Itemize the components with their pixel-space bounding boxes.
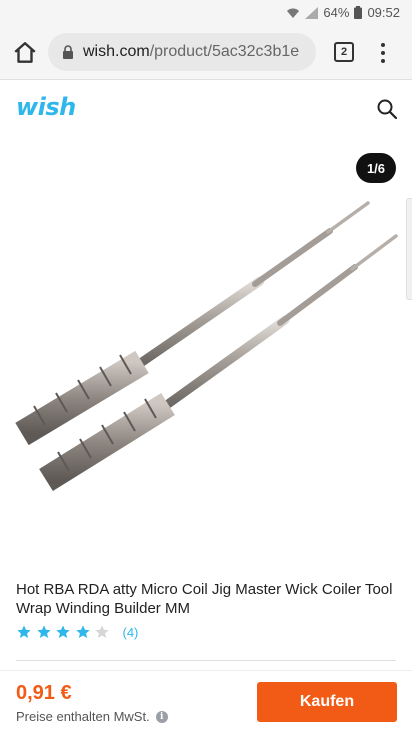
price: 0,91 € xyxy=(16,682,72,704)
signal-icon xyxy=(305,6,319,19)
lock-icon xyxy=(63,45,73,59)
url-text: wish.com/product/5ac32c3b1e xyxy=(83,43,299,61)
site-header: wish xyxy=(0,81,412,137)
product-title: Hot RBA RDA atty Micro Coil Jig Master W… xyxy=(16,581,393,617)
info-icon[interactable]: i xyxy=(155,710,168,723)
star-icon xyxy=(17,625,31,638)
search-icon[interactable] xyxy=(376,98,398,120)
star-icon xyxy=(56,625,70,638)
address-bar[interactable]: wish.com/product/5ac32c3b1e xyxy=(48,33,316,71)
wish-logo[interactable]: wish xyxy=(16,93,76,121)
price-note: Preise enthalten MwSt. i xyxy=(16,709,168,724)
battery-percent: 64% xyxy=(323,5,350,20)
menu-dot xyxy=(381,59,385,63)
url-path: /product/5ac32c3b1e xyxy=(149,43,300,60)
wifi-icon xyxy=(287,8,300,18)
image-counter-badge: 1/6 xyxy=(356,153,396,183)
star-icon xyxy=(75,625,90,638)
scroll-handle[interactable] xyxy=(406,198,412,300)
overflow-menu-icon[interactable] xyxy=(376,40,390,66)
clock: 09:52 xyxy=(367,5,400,20)
rating[interactable]: (4) xyxy=(16,624,138,640)
coil-jig-tool-upper xyxy=(15,201,370,446)
status-bar: 64% 09:52 xyxy=(0,0,412,26)
menu-dot xyxy=(381,51,385,55)
price-note-text: Preise enthalten MwSt. xyxy=(16,709,150,724)
purchase-bar: 0,91 € Preise enthalten MwSt. i Kaufen xyxy=(0,670,412,732)
star-icon xyxy=(95,625,109,638)
rating-count[interactable]: (4) xyxy=(123,625,139,640)
buy-button[interactable]: Kaufen xyxy=(257,682,397,722)
tab-count: 2 xyxy=(340,46,348,58)
coil-jig-tool-lower xyxy=(39,234,398,492)
menu-dot xyxy=(381,43,385,47)
divider xyxy=(16,660,396,661)
tabs-icon[interactable]: 2 xyxy=(334,42,354,62)
star-icon xyxy=(36,625,51,638)
url-domain: wish.com xyxy=(83,43,150,60)
status-indicators: 64% 09:52 xyxy=(286,5,400,20)
home-icon[interactable] xyxy=(12,40,38,66)
browser-toolbar: wish.com/product/5ac32c3b1e 2 xyxy=(0,26,412,80)
battery-icon xyxy=(354,6,363,19)
product-image[interactable] xyxy=(0,140,412,558)
